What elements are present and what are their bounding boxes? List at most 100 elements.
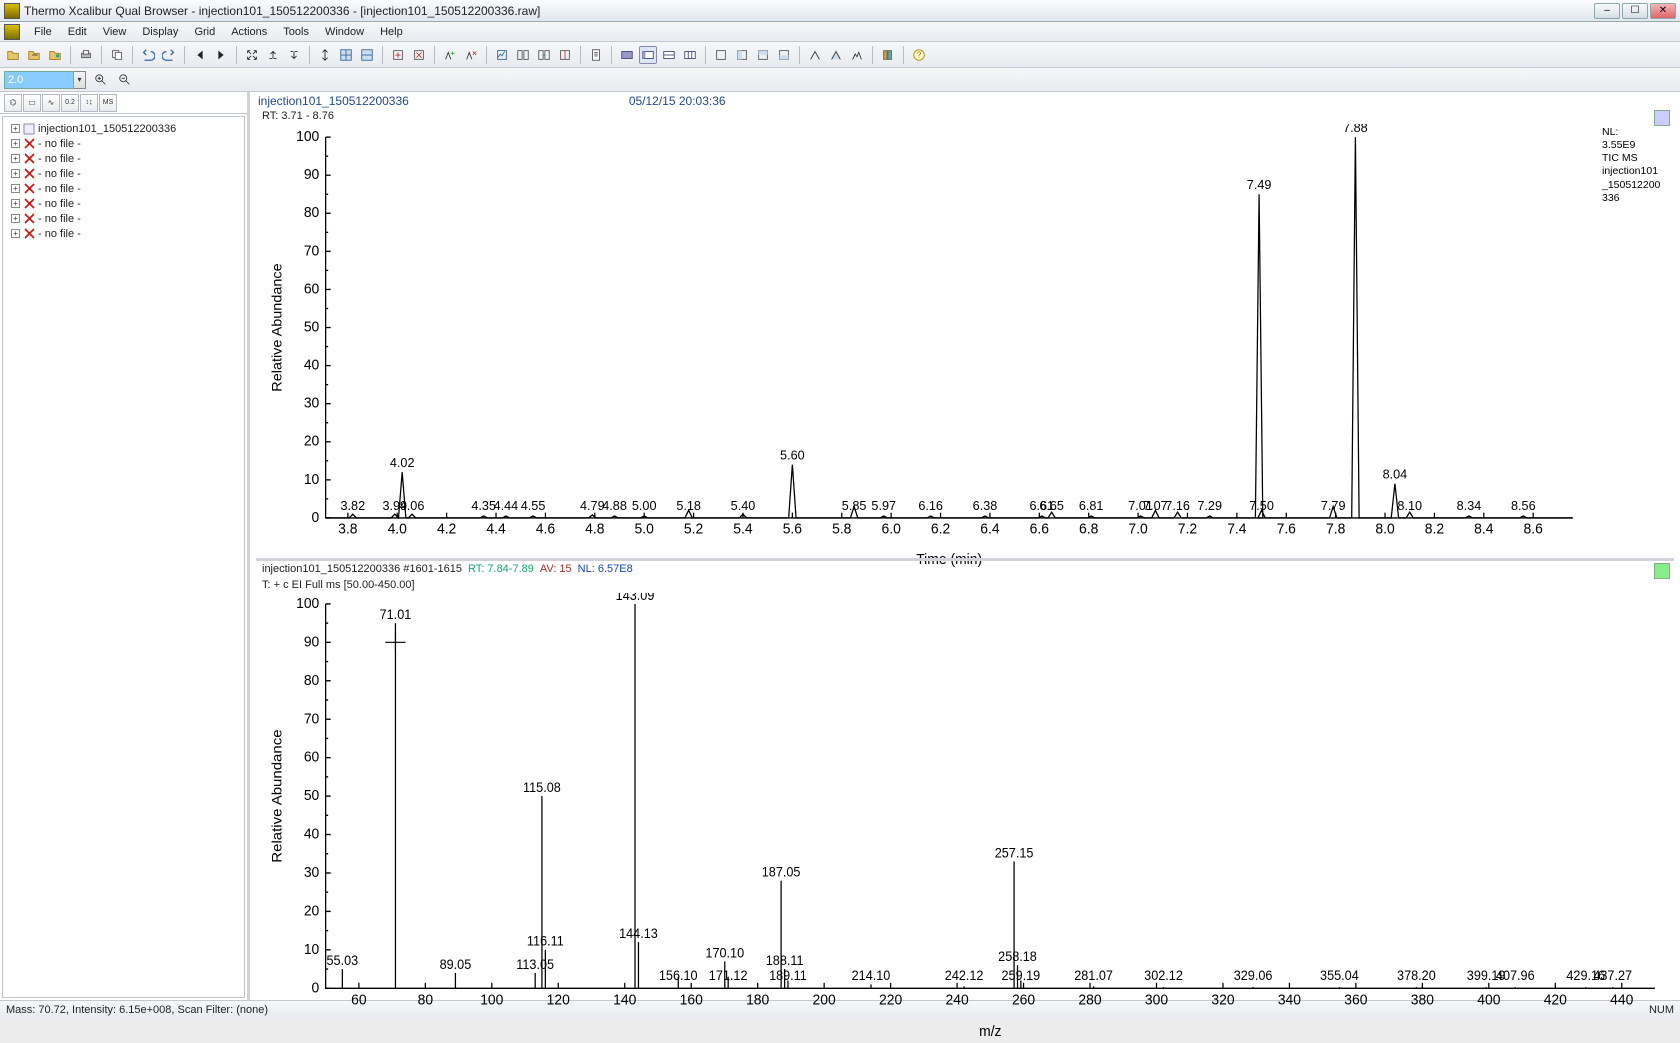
expand-icon[interactable]: + xyxy=(11,184,20,193)
maximize-button[interactable]: ☐ xyxy=(1622,3,1648,19)
svg-text:6.16: 6.16 xyxy=(918,498,943,513)
minimize-button[interactable]: – xyxy=(1594,3,1620,19)
grid-c-icon[interactable] xyxy=(754,46,772,64)
expand-icon[interactable]: + xyxy=(11,139,20,148)
grid-a-icon[interactable] xyxy=(712,46,730,64)
display-d-icon[interactable] xyxy=(681,46,699,64)
tree-ms-icon[interactable]: MS xyxy=(99,94,117,112)
svg-text:258.18: 258.18 xyxy=(998,949,1037,965)
tree-page-icon[interactable]: ▭ xyxy=(23,94,41,112)
open-seq-icon[interactable] xyxy=(25,46,43,64)
menu-tools[interactable]: Tools xyxy=(275,24,317,40)
svg-text:4.0: 4.0 xyxy=(388,521,407,537)
zoom-out-icon[interactable] xyxy=(116,71,134,89)
x-icon xyxy=(23,198,35,210)
menu-actions[interactable]: Actions xyxy=(223,24,275,40)
redo-icon[interactable] xyxy=(160,46,178,64)
menu-grid[interactable]: Grid xyxy=(186,24,223,40)
subtract-icon[interactable] xyxy=(514,46,532,64)
print-icon[interactable] xyxy=(77,46,95,64)
help-icon[interactable]: ? xyxy=(910,46,928,64)
layout-icon[interactable] xyxy=(337,46,355,64)
menu-window[interactable]: Window xyxy=(317,24,372,40)
svg-text:7.2: 7.2 xyxy=(1178,521,1197,537)
zoom-in-icon[interactable] xyxy=(92,71,110,89)
tree-item[interactable]: +- no file - xyxy=(5,151,242,166)
zoom-dropdown-icon[interactable] xyxy=(74,71,86,89)
app-icon xyxy=(4,3,20,19)
tree-chrom-icon[interactable]: ∿ xyxy=(42,94,60,112)
menu-view[interactable]: View xyxy=(95,24,135,40)
display-c-icon[interactable] xyxy=(660,46,678,64)
layout2-icon[interactable] xyxy=(358,46,376,64)
tree-peak-icon[interactable]: ↕↨ xyxy=(80,94,98,112)
remove-peak-icon[interactable] xyxy=(462,46,480,64)
undo-icon[interactable] xyxy=(139,46,157,64)
prev-icon[interactable] xyxy=(191,46,209,64)
svg-text:40: 40 xyxy=(304,357,320,373)
next-icon[interactable] xyxy=(212,46,230,64)
expand-icon[interactable]: + xyxy=(11,229,20,238)
open-icon[interactable] xyxy=(4,46,22,64)
tree-item[interactable]: +- no file - xyxy=(5,196,242,211)
zoom-down-icon[interactable] xyxy=(285,46,303,64)
expand-vert-icon[interactable] xyxy=(316,46,334,64)
svg-text:70: 70 xyxy=(304,243,320,259)
menu-display[interactable]: Display xyxy=(134,24,186,40)
open-result-icon[interactable] xyxy=(46,46,64,64)
pin-icon[interactable] xyxy=(1654,110,1670,126)
tree-item[interactable]: +- no file - xyxy=(5,181,242,196)
insert-cell-icon[interactable] xyxy=(389,46,407,64)
svg-text:7.88: 7.88 xyxy=(1343,124,1368,135)
svg-text:4.02: 4.02 xyxy=(390,455,415,470)
grid-d-icon[interactable] xyxy=(775,46,793,64)
report-icon[interactable] xyxy=(587,46,605,64)
peak-tool-a-icon[interactable] xyxy=(806,46,824,64)
tree-item[interactable]: +injection101_150512200336 xyxy=(5,121,242,136)
tree-item[interactable]: +- no file - xyxy=(5,166,242,181)
display-a-icon[interactable] xyxy=(618,46,636,64)
grid-b-icon[interactable] xyxy=(733,46,751,64)
tree-view-icon[interactable]: ⌬ xyxy=(4,94,22,112)
expand-icon[interactable]: + xyxy=(11,169,20,178)
file-tree[interactable]: +injection101_150512200336+- no file -+-… xyxy=(2,116,245,998)
svg-text:242.12: 242.12 xyxy=(945,968,984,984)
tree-item[interactable]: +- no file - xyxy=(5,136,242,151)
injection-name: injection101_150512200336 xyxy=(258,94,409,108)
expand-icon[interactable]: + xyxy=(11,154,20,163)
tree-item[interactable]: +- no file - xyxy=(5,226,242,241)
mass-spectrum-panel[interactable]: injection101_150512200336 #1601-1615 RT:… xyxy=(256,558,1674,1011)
library-icon[interactable] xyxy=(879,46,897,64)
menu-edit[interactable]: Edit xyxy=(60,24,95,40)
average-icon[interactable] xyxy=(535,46,553,64)
expand-icon[interactable]: + xyxy=(11,214,20,223)
expand-icon[interactable]: + xyxy=(11,124,20,133)
svg-text:10: 10 xyxy=(304,942,319,959)
tree-item[interactable]: +- no file - xyxy=(5,211,242,226)
delete-cell-icon[interactable] xyxy=(410,46,428,64)
zoom-up-icon[interactable] xyxy=(264,46,282,64)
add-peak-icon[interactable] xyxy=(441,46,459,64)
svg-text:100: 100 xyxy=(296,596,319,613)
chromatogram-panel[interactable]: RT: 3.71 - 8.76 NL:3.55E9TIC MSinjection… xyxy=(256,108,1674,554)
copy-icon[interactable] xyxy=(108,46,126,64)
svg-text:80: 80 xyxy=(418,993,433,1010)
svg-text:70: 70 xyxy=(304,711,319,728)
svg-text:440: 440 xyxy=(1610,993,1633,1010)
pin-active-icon[interactable] xyxy=(1654,563,1670,579)
autoscale-icon[interactable] xyxy=(243,46,261,64)
peak-tool-b-icon[interactable] xyxy=(827,46,845,64)
processing-icon[interactable] xyxy=(493,46,511,64)
menu-file[interactable]: File xyxy=(26,24,60,40)
extract-icon[interactable] xyxy=(556,46,574,64)
svg-text:5.00: 5.00 xyxy=(632,498,657,513)
expand-icon[interactable]: + xyxy=(11,199,20,208)
tree-ratio-icon[interactable]: 0.2 xyxy=(61,94,79,112)
close-button[interactable]: ✕ xyxy=(1650,3,1676,19)
menu-help[interactable]: Help xyxy=(372,24,411,40)
display-b-icon[interactable] xyxy=(639,46,657,64)
svg-text:3.82: 3.82 xyxy=(340,498,365,513)
peak-tool-c-icon[interactable] xyxy=(848,46,866,64)
zoom-input[interactable] xyxy=(4,71,74,89)
plot-header: injection101_150512200336 05/12/15 20:03… xyxy=(252,94,1678,108)
